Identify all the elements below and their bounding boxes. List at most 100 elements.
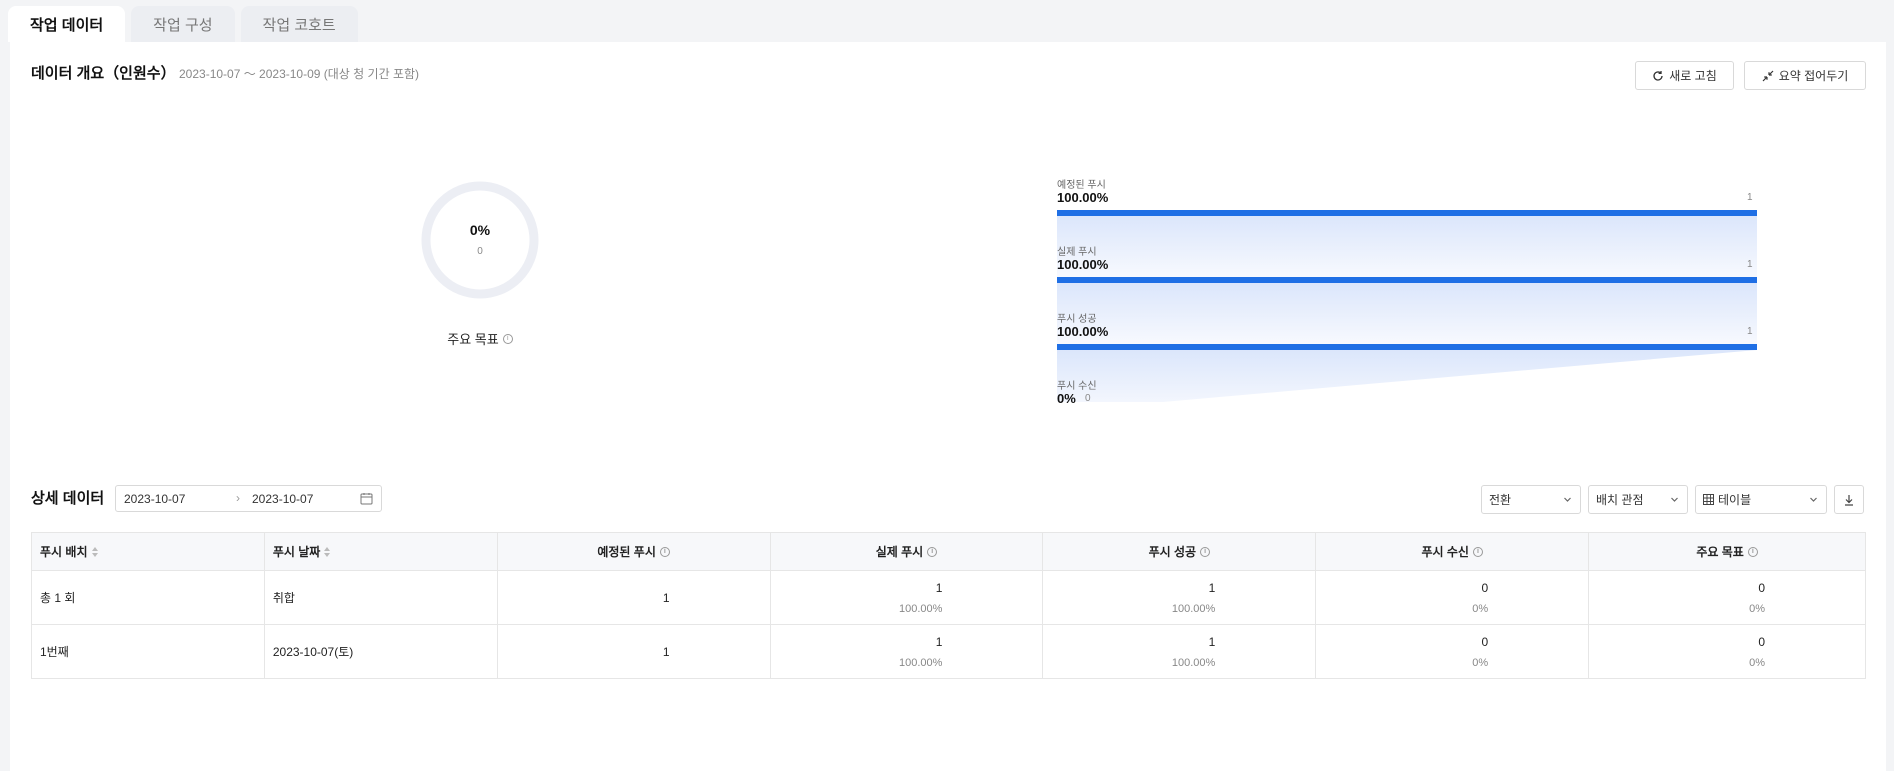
sort-icon[interactable]	[91, 546, 98, 557]
info-icon[interactable]: i	[659, 546, 670, 557]
overview-title: 데이터 개요（인원수）	[31, 65, 176, 82]
cell-value: 0	[1481, 580, 1489, 595]
cell-value: 1	[935, 634, 943, 649]
funnel-step-label: 푸시 수신	[1057, 381, 1097, 392]
cell-percent: 100.00%	[1171, 656, 1216, 669]
funnel-bar[interactable]	[1057, 277, 1757, 283]
overview-date-range: 2023-10-07 ～ 2023-10-09 (대상 청 기간 포함)	[179, 67, 420, 81]
col-header-date[interactable]: 푸시 날짜	[263, 532, 498, 571]
cell-value: 1	[1208, 634, 1216, 649]
page: 작업 데이터 작업 구성 작업 코호트 데이터 개요（인원수） 2023-10-…	[0, 0, 1894, 771]
display-type-select[interactable]: 테이블	[1695, 485, 1827, 514]
cell-percent: 100.00%	[898, 602, 943, 615]
date-arrow-icon: ›	[236, 491, 240, 505]
funnel-step-label: 예정된 푸시	[1057, 180, 1106, 191]
cell-scheduled: 1	[496, 624, 771, 679]
col-header-label: 푸시 성공	[1148, 545, 1197, 559]
goal-label-row: 주요 목표 i	[405, 329, 555, 348]
cell-percent: 0%	[1749, 602, 1765, 615]
info-icon[interactable]: i	[502, 333, 513, 344]
col-header-label: 푸시 수신	[1421, 545, 1469, 559]
col-header-label: 주요 목표	[1696, 545, 1744, 559]
col-header-batch[interactable]: 푸시 배치	[31, 532, 265, 571]
cell-value: 0	[1481, 634, 1489, 649]
col-header-received: 푸시 수신 i	[1315, 532, 1590, 571]
funnel-step-label: 푸시 성공	[1057, 314, 1097, 325]
tab-label: 작업 구성	[153, 16, 213, 34]
col-header-label: 예정된 푸시	[597, 545, 656, 559]
funnel-step-label: 실제 푸시	[1057, 247, 1097, 258]
col-header-goal: 주요 목표 i	[1588, 532, 1866, 571]
chevron-down-icon	[1810, 497, 1817, 502]
table-header-row: 푸시 배치 푸시 날짜 예정된 푸시 i 실제 푸시 i 푸시 성공 i 푸시 수신 i…	[31, 532, 1866, 571]
display-type-select-value: 테이블	[1718, 493, 1752, 507]
calendar-icon	[360, 493, 373, 505]
goal-label: 주요 목표	[447, 332, 499, 347]
cell-percent: 100.00%	[898, 656, 943, 669]
funnel-bar[interactable]	[1057, 344, 1757, 350]
tab-task-cohort[interactable]: 작업 코호트	[240, 6, 358, 42]
funnel-connector	[1057, 283, 1757, 344]
donut-track	[421, 181, 539, 299]
sort-icon[interactable]	[324, 546, 331, 557]
conversion-select[interactable]: 전환	[1481, 485, 1581, 514]
funnel-connector	[1057, 216, 1757, 277]
date-end[interactable]: 2023-10-07	[252, 492, 313, 506]
col-header-label: 푸시 배치	[40, 545, 88, 559]
chevron-down-icon	[1671, 497, 1678, 502]
info-icon[interactable]: i	[1200, 546, 1211, 557]
tab-label: 작업 데이터	[30, 16, 104, 34]
cell-goal: 0 0%	[1588, 570, 1866, 625]
funnel-step-count: 0	[1085, 393, 1091, 404]
cell-actual: 1 100.00%	[769, 624, 1044, 679]
tab-task-data[interactable]: 작업 데이터	[8, 6, 126, 42]
funnel-step-percent: 100.00%	[1057, 257, 1109, 272]
table-icon	[1703, 494, 1714, 505]
funnel-step-count: 1	[1747, 192, 1753, 203]
tab-task-config[interactable]: 작업 구성	[131, 6, 235, 42]
collapse-arrows-icon	[1762, 70, 1774, 81]
info-icon[interactable]: i	[1747, 546, 1758, 557]
push-funnel: 예정된 푸시 100.00% 1 실제 푸시 100.00% 1 푸시 성공 100.00% 1…	[1057, 162, 1757, 406]
funnel-step-percent: 100.00%	[1057, 190, 1109, 205]
funnel-step-percent: 0%	[1057, 391, 1076, 406]
content-panel: 데이터 개요（인원수） 2023-10-07 ～ 2023-10-09 (대상 …	[10, 42, 1886, 771]
funnel-connector	[1057, 350, 1757, 402]
funnel-step-count: 1	[1747, 326, 1753, 337]
table-row: 1번째 2023-10-07(토) 1 1 100.00% 1 100.00% 00…	[31, 624, 1866, 679]
funnel-chart	[1057, 210, 1757, 402]
goal-percent: 0%	[469, 222, 491, 238]
col-header-label: 푸시 날짜	[272, 545, 321, 559]
detail-table: 푸시 배치 푸시 날짜 예정된 푸시 i 실제 푸시 i 푸시 성공 i 푸시 수신 i…	[31, 532, 1866, 679]
batch-view-select-value: 배치 관점	[1596, 493, 1644, 507]
cell-percent: 0%	[1472, 656, 1489, 669]
col-header-actual: 실제 푸시 i	[769, 532, 1044, 571]
download-button[interactable]	[1834, 485, 1864, 514]
batch-view-select[interactable]: 배치 관점	[1588, 485, 1688, 514]
refresh-button-label: 새로 고침	[1669, 69, 1717, 83]
cell-batch: 총 1 회	[31, 570, 265, 625]
col-header-label: 실제 푸시	[875, 545, 924, 559]
date-range-picker[interactable]: 2023-10-07 › 2023-10-07	[115, 485, 382, 512]
cell-success: 1 100.00%	[1042, 624, 1317, 679]
cell-value: 1	[1208, 580, 1216, 595]
cell-actual: 1 100.00%	[769, 570, 1044, 625]
cell-percent: 0%	[1749, 656, 1765, 669]
info-icon[interactable]: i	[927, 546, 938, 557]
cell-received: 0 0%	[1315, 570, 1590, 625]
cell-goal: 0 0%	[1588, 624, 1866, 679]
collapse-summary-button[interactable]: 요약 접어두기	[1744, 61, 1866, 90]
col-header-success: 푸시 성공 i	[1042, 532, 1317, 571]
cell-batch: 1번째	[31, 624, 265, 679]
download-icon	[1845, 494, 1853, 506]
tab-bar: 작업 데이터 작업 구성 작업 코호트	[8, 6, 364, 42]
tab-label: 작업 코호트	[262, 16, 336, 34]
cell-percent: 0%	[1472, 602, 1489, 615]
cell-value: 0	[1758, 634, 1765, 649]
info-icon[interactable]: i	[1472, 546, 1483, 557]
funnel-step-percent: 100.00%	[1057, 324, 1109, 339]
refresh-button[interactable]: 새로 고침	[1635, 61, 1734, 90]
funnel-bar[interactable]	[1057, 210, 1757, 216]
cell-percent: 100.00%	[1171, 602, 1216, 615]
date-start[interactable]: 2023-10-07	[124, 492, 185, 506]
